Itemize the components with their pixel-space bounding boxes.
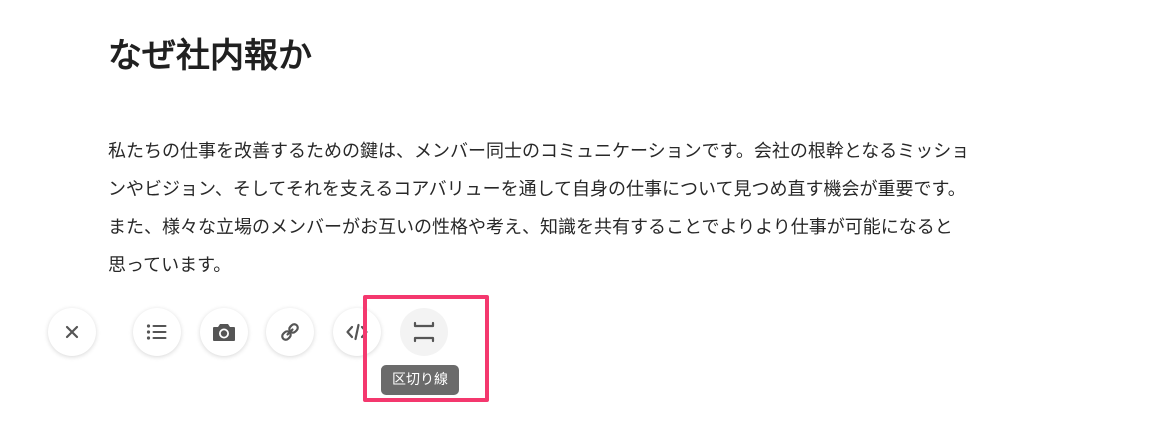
image-button[interactable] — [200, 308, 248, 356]
horizontal-rule-icon — [413, 321, 435, 343]
body-line-2: ンやビジョン、そしてそれを支えるコアバリューを通して自身の仕事について見つめ直す… — [108, 179, 966, 200]
divider-button[interactable] — [400, 308, 448, 356]
camera-icon — [213, 324, 235, 341]
body-line-4: 思っています。 — [108, 255, 232, 276]
article-body[interactable]: 私たちの仕事を改善するための鍵は、メンバー同士のコミュニケーションです。会社の根… — [108, 133, 1098, 285]
body-line-1: 私たちの仕事を改善するための鍵は、メンバー同士のコミュニケーションです。会社の根… — [108, 141, 970, 162]
list-icon — [146, 324, 167, 340]
article-title[interactable]: なぜ社内報か — [108, 30, 312, 82]
close-icon — [65, 325, 79, 339]
code-icon — [346, 323, 368, 341]
link-button[interactable] — [266, 308, 314, 356]
link-icon — [281, 323, 299, 341]
editor-page: なぜ社内報か 私たちの仕事を改善するための鍵は、メンバー同士のコミュニケーション… — [0, 0, 1176, 434]
embed-button[interactable] — [333, 308, 381, 356]
body-line-3: また、様々な立場のメンバーがお互いの性格や考え、知識を共有することでよりより仕事… — [108, 217, 953, 238]
divider-tooltip: 区切り線 — [381, 365, 459, 395]
list-button[interactable] — [133, 308, 181, 356]
close-button[interactable] — [48, 308, 96, 356]
